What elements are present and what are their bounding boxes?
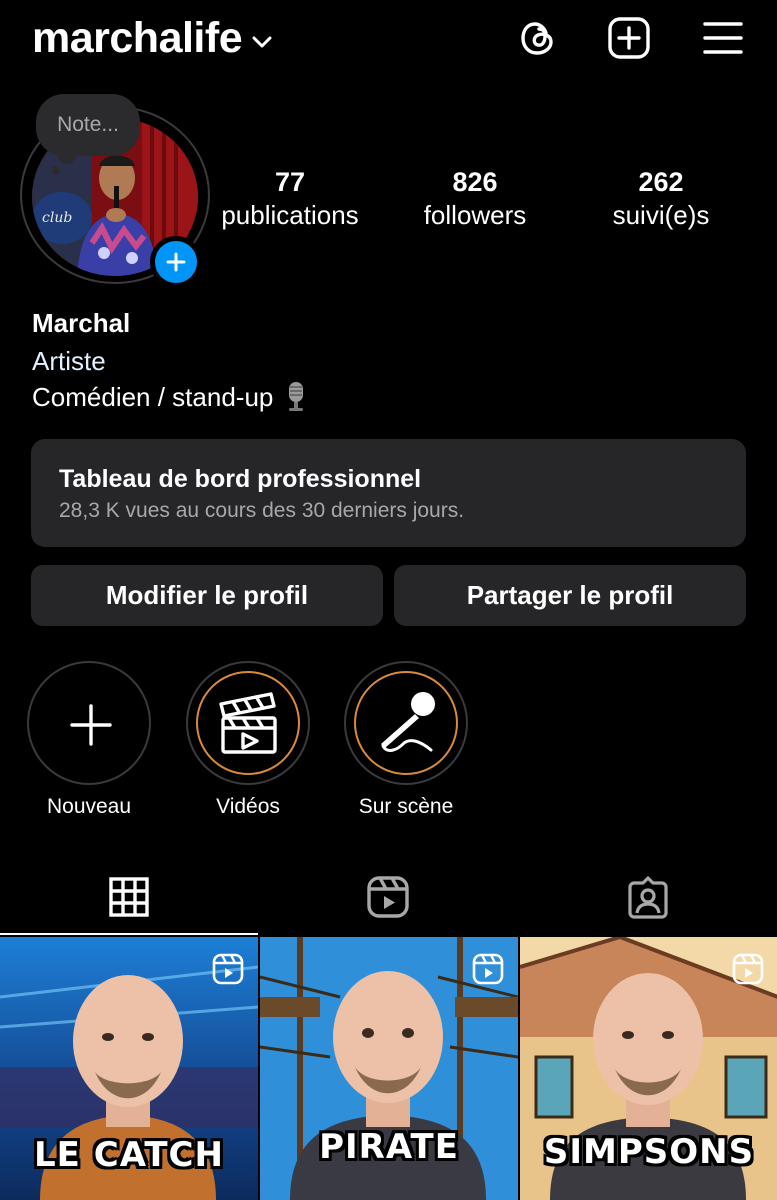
threads-icon[interactable] [516, 16, 560, 60]
profile-name: Marchal [32, 308, 131, 338]
highlight-circle [344, 661, 468, 785]
edit-profile-button[interactable]: Modifier le profil [31, 565, 383, 626]
post-caption-overlay: PIRATE [319, 1127, 459, 1167]
stat-value: 262 [638, 167, 684, 197]
highlight-cover [196, 671, 300, 775]
svg-text:club: club [42, 210, 72, 226]
tagged-icon [627, 876, 668, 919]
stat-value: 77 [274, 167, 306, 197]
professional-dashboard[interactable]: Tableau de bord professionnel 28,3 K vue… [31, 439, 746, 547]
stat-following[interactable]: 262 suivi(e)s [571, 166, 751, 232]
plus-icon [70, 704, 112, 746]
clapperboard-icon [219, 692, 277, 754]
chevron-down-icon [252, 36, 272, 47]
stat-value: 826 [452, 167, 498, 197]
profile-bio: Comédien / stand-up [32, 381, 307, 413]
stat-label: publications [221, 200, 359, 230]
stat-label: suivi(e)s [612, 200, 710, 230]
highlight-cover [354, 671, 458, 775]
stat-label: followers [423, 200, 527, 230]
microphone-emoji-icon [289, 382, 304, 411]
note-placeholder: Note... [57, 113, 119, 136]
menu-icon[interactable] [701, 16, 745, 60]
highlight-label: Sur scène [358, 795, 454, 818]
post-tile[interactable]: LE CATCH [0, 937, 258, 1200]
plus-icon [166, 252, 186, 272]
highlight-circle [27, 661, 151, 785]
share-profile-button[interactable]: Partager le profil [394, 565, 746, 626]
post-tile[interactable]: SIMPSONS [520, 937, 777, 1200]
highlight-new[interactable]: Nouveau [27, 661, 151, 819]
reel-indicator-icon [732, 953, 764, 985]
tab-reels[interactable] [259, 862, 517, 932]
highlight-circle [186, 661, 310, 785]
note-bubble-tail-dot [52, 166, 60, 174]
post-caption-overlay: SIMPSONS [543, 1132, 755, 1172]
reel-indicator-icon [212, 953, 244, 985]
dashboard-title: Tableau de bord professionnel [59, 465, 422, 493]
stat-publications[interactable]: 77 publications [200, 166, 380, 232]
highlight-label: Nouveau [46, 795, 132, 818]
post-caption-overlay: LE CATCH [34, 1135, 224, 1175]
add-story-button[interactable] [150, 236, 202, 288]
dashboard-subtitle: 28,3 K vues au cours des 30 derniers jou… [59, 499, 465, 522]
post-tile[interactable]: PIRATE [260, 937, 518, 1200]
grid-icon [109, 877, 149, 917]
create-icon[interactable] [607, 16, 651, 60]
highlight-stage[interactable]: Sur scène [344, 661, 468, 819]
username: marchalife [32, 14, 243, 62]
microphone-icon [381, 692, 435, 752]
account-switcher[interactable]: marchalife [32, 14, 272, 63]
top-bar: marchalife [0, 0, 777, 80]
active-tab-indicator [0, 933, 258, 935]
tab-tagged[interactable] [518, 862, 777, 932]
reel-indicator-icon [472, 953, 504, 985]
highlight-label: Vidéos [216, 795, 280, 818]
stat-followers[interactable]: 826 followers [385, 166, 565, 232]
highlight-videos[interactable]: Vidéos [186, 661, 310, 819]
tab-posts[interactable] [0, 862, 258, 932]
reels-icon [367, 876, 409, 918]
bio-text: Comédien / stand-up [32, 381, 274, 412]
profile-category: Artiste [32, 346, 106, 376]
